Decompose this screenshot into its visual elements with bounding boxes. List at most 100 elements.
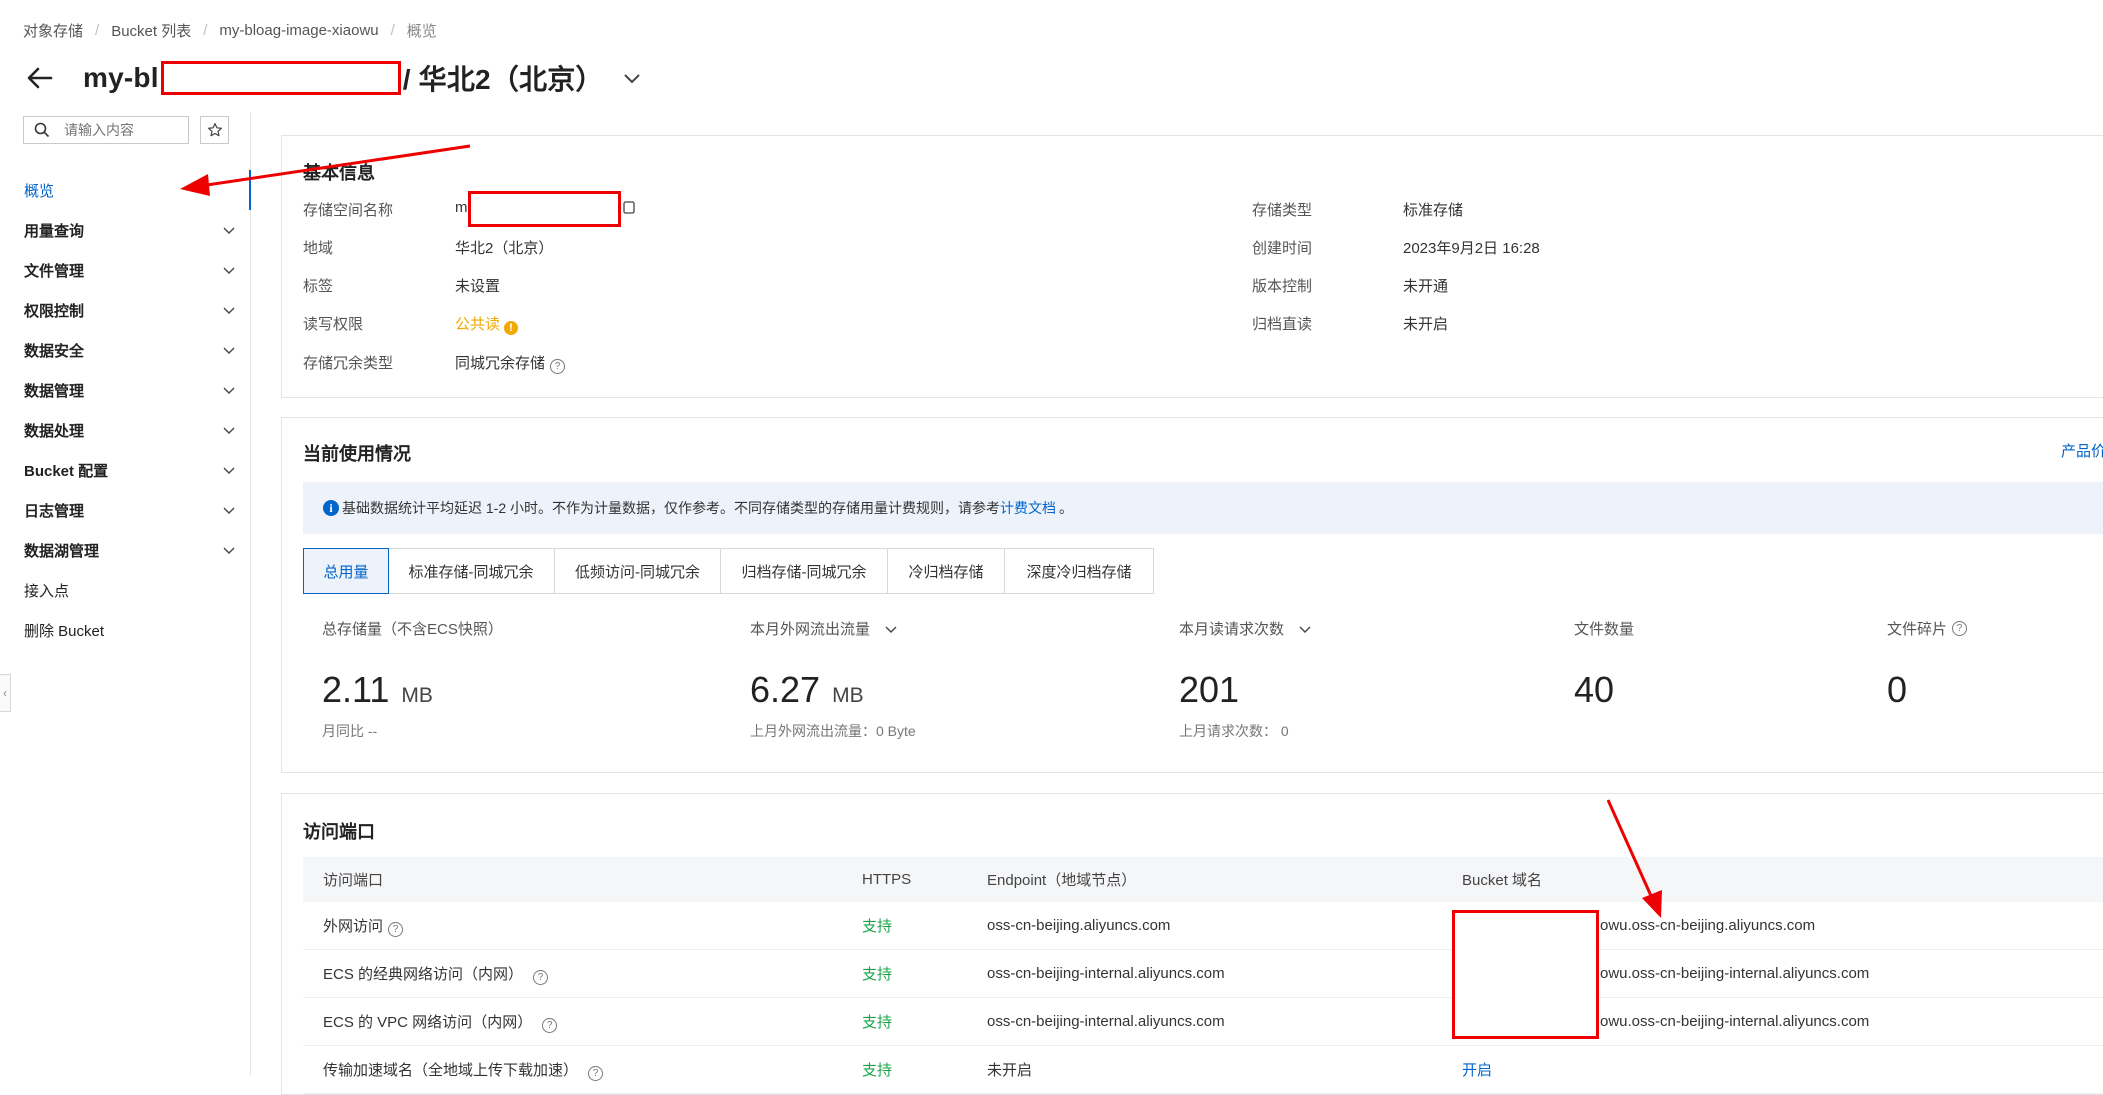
metric-label: 文件碎片? [1887, 618, 1968, 639]
sidebar-item[interactable]: 日志管理 [0, 490, 250, 530]
metric-number: 2.11 [322, 669, 390, 710]
metric-outbound-traffic: 本月外网流出流量 6.27 MB 上月外网流出流量：0 Byte [750, 618, 916, 741]
warning-icon[interactable]: ! [504, 321, 519, 335]
tab-total[interactable]: 总用量 [303, 548, 389, 594]
sidebar-item[interactable]: 删除 Bucket [0, 610, 250, 650]
help-icon[interactable]: ? [550, 359, 566, 374]
table-row: 外网访问? 支持 oss-cn-beijing.aliyuncs.com owu… [303, 902, 2103, 950]
cell-endpoint: oss-cn-beijing-internal.aliyuncs.com [987, 1013, 1225, 1030]
tab-archive[interactable]: 归档存储-同城冗余 [721, 549, 888, 593]
sidebar-item[interactable]: 权限控制 [0, 290, 250, 330]
sidebar-item[interactable]: 数据湖管理 [0, 530, 250, 570]
chevron-down-icon [223, 307, 235, 314]
label-archive-read: 归档直读 [1252, 316, 1313, 333]
notice-text: 基础数据统计平均延迟 1-2 小时。不作为计量数据，仅作参考。不同存储类型的存储… [342, 500, 1001, 516]
billing-doc-link[interactable]: 计费文档 [1000, 498, 1056, 518]
sidebar-item[interactable]: 数据安全 [0, 330, 250, 370]
back-arrow-icon[interactable] [26, 64, 54, 92]
metric-label-text: 本月读请求次数 [1179, 621, 1285, 638]
chevron-down-icon[interactable] [884, 622, 898, 636]
tab-standard[interactable]: 标准存储-同城冗余 [388, 549, 555, 593]
sidebar-collapse-handle[interactable]: ‹ [0, 674, 11, 712]
cell-port: ECS 的经典网络访问（内网）? [323, 963, 549, 985]
sidebar-item-label: 日志管理 [24, 502, 85, 520]
sidebar-nav: 概览用量查询文件管理权限控制数据安全数据管理数据处理 Bucket 配置日志管理数… [0, 170, 251, 650]
search-input[interactable] [62, 121, 176, 139]
tab-deep-cold-archive[interactable]: 深度冷归档存储 [1005, 549, 1153, 593]
metric-label-text: 文件碎片 [1887, 621, 1948, 638]
cell-port: 传输加速域名（全地域上传下载加速）? [323, 1059, 604, 1081]
sidebar: 概览用量查询文件管理权限控制数据安全数据管理数据处理 Bucket 配置日志管理数… [0, 112, 251, 1076]
sidebar-item[interactable]: 用量查询 [0, 210, 250, 250]
label-acl: 读写权限 [303, 316, 364, 333]
help-icon[interactable]: ? [388, 921, 404, 937]
sidebar-item[interactable]: 文件管理 [0, 250, 250, 290]
sidebar-item-label: 接入点 [24, 582, 70, 600]
sidebar-item[interactable]: Bucket 配置 [0, 450, 250, 490]
favorite-button[interactable] [200, 116, 229, 144]
help-icon[interactable]: ? [533, 969, 549, 985]
cell-endpoint: 未开启 [987, 1062, 1033, 1079]
metric-file-count: 文件数量 40 [1574, 618, 1634, 711]
metric-value: 2.11 MB [322, 669, 503, 711]
chevron-down-icon [223, 387, 235, 394]
basic-info-card: 基本信息 存储空间名称 m 地域 华北2（北京） 标签 未设置 读写权限 公共读… [281, 135, 2103, 398]
port-text: ECS 的经典网络访问（内网） [323, 965, 524, 983]
chevron-down-icon[interactable] [622, 68, 642, 88]
metric-label[interactable]: 本月外网流出流量 [750, 618, 916, 639]
value-tags: 未设置 [455, 278, 501, 295]
help-icon[interactable]: ? [1952, 621, 1968, 636]
sidebar-item[interactable]: 接入点 [0, 570, 250, 610]
metric-sub: 上月请求次数： 0 [1179, 723, 1289, 739]
chevron-down-icon[interactable] [1298, 622, 1312, 636]
help-icon[interactable]: ? [588, 1065, 604, 1081]
redaction-box [468, 191, 621, 227]
metric-label[interactable]: 本月读请求次数 [1179, 618, 1312, 639]
value-bucket-name: m [455, 199, 468, 216]
sidebar-item[interactable]: 数据管理 [0, 370, 250, 410]
header-port: 访问端口 [323, 872, 384, 889]
breadcrumb-bucket-list[interactable]: Bucket 列表 [111, 20, 191, 41]
metric-read-requests: 本月读请求次数 201 上月请求次数： 0 [1179, 618, 1312, 741]
info-icon: i [323, 500, 339, 516]
value-created: 2023年9月2日 16:28 [1403, 240, 1540, 257]
cell-https: 支持 [862, 1014, 893, 1031]
sidebar-item-label: 删除 Bucket [24, 622, 105, 640]
cell-endpoint: oss-cn-beijing-internal.aliyuncs.com [987, 965, 1225, 982]
page-title-region: / 华北2（北京） [402, 64, 604, 95]
cell-https: 支持 [862, 966, 893, 983]
sidebar-item[interactable]: 概览 [0, 170, 251, 210]
tab-cold-archive[interactable]: 冷归档存储 [888, 549, 1005, 593]
metric-value: 6.27 MB [750, 669, 916, 711]
enable-acceleration-link[interactable]: 开启 [1462, 1059, 1492, 1080]
help-icon[interactable]: ? [542, 1017, 558, 1033]
label-versioning: 版本控制 [1252, 278, 1313, 295]
endpoints-card: 访问端口 访问端口 HTTPS Endpoint（地域节点） Bucket 域名… [281, 793, 2103, 1095]
sidebar-item-label: 用量查询 [24, 222, 85, 240]
value-acl: 公共读! [455, 313, 519, 335]
sidebar-item[interactable]: 数据处理 [0, 410, 250, 450]
breadcrumb-separator: / [95, 22, 100, 39]
sidebar-item-label: 权限控制 [24, 302, 85, 320]
cell-domain: owu.oss-cn-beijing-internal.aliyuncs.com [1600, 1013, 1870, 1030]
sidebar-search[interactable] [23, 116, 189, 144]
page-title-bucket-name: my-bl [83, 62, 159, 93]
table-row: 传输加速域名（全地域上传下载加速）? 支持 未开启 开启 [303, 1046, 2103, 1094]
breadcrumb: 对象存储 / Bucket 列表 / my-bloag-image-xiaowu / … [23, 20, 437, 41]
chevron-down-icon [223, 227, 235, 234]
breadcrumb-bucket[interactable]: my-bloag-image-xiaowu [219, 22, 378, 39]
usage-title: 当前使用情况 [303, 444, 411, 464]
endpoints-title: 访问端口 [303, 822, 375, 842]
table-header: 访问端口 HTTPS Endpoint（地域节点） Bucket 域名 [303, 857, 2103, 902]
pricing-link[interactable]: 产品价 [2061, 440, 2103, 461]
label-created: 创建时间 [1252, 240, 1313, 257]
tab-ia[interactable]: 低频访问-同城冗余 [555, 549, 721, 593]
copy-icon[interactable] [623, 201, 637, 220]
breadcrumb-current: 概览 [406, 23, 437, 40]
metric-sub: 月同比 -- [322, 723, 378, 739]
sidebar-item-label: 数据管理 [24, 382, 85, 400]
cell-domain: owu.oss-cn-beijing-internal.aliyuncs.com [1600, 965, 1870, 982]
search-icon [34, 122, 50, 138]
breadcrumb-oss[interactable]: 对象存储 [23, 20, 83, 41]
label-region: 地域 [303, 240, 334, 257]
